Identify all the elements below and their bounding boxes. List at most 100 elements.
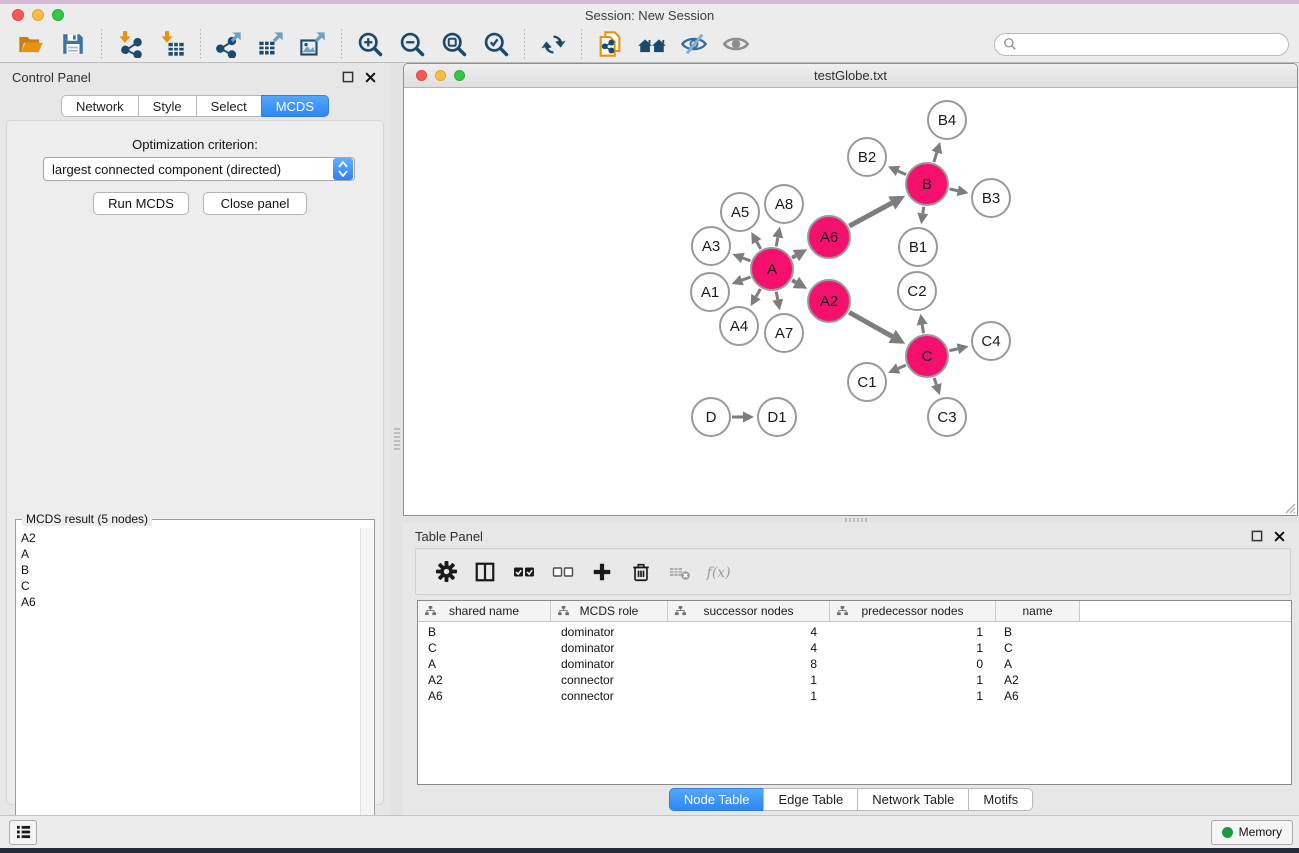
import-network-button[interactable]	[115, 29, 145, 59]
table-cell[interactable]: A2	[996, 672, 1080, 688]
network-canvas[interactable]: B4B2BB3A5A8A6B1A3AC2A1A2A4A7C4CC1C3DD1	[404, 88, 1297, 515]
import-table-button[interactable]	[157, 29, 187, 59]
hide-selected-button[interactable]	[679, 29, 709, 59]
export-network-button[interactable]	[214, 29, 244, 59]
graph-edge-C-C4[interactable]	[949, 349, 958, 351]
table-cell[interactable]: connector	[551, 688, 668, 704]
close-panel-button[interactable]: Close panel	[203, 192, 307, 215]
refresh-button[interactable]	[538, 29, 568, 59]
table-cell[interactable]: A6	[996, 688, 1080, 704]
table-cell[interactable]: B	[996, 624, 1080, 640]
mcds-result-item[interactable]: B	[21, 562, 355, 578]
table-cell[interactable]: A2	[418, 672, 551, 688]
tab-network[interactable]: Network	[61, 95, 139, 117]
table-cell[interactable]: 1	[830, 688, 996, 704]
tab-motifs[interactable]: Motifs	[968, 788, 1033, 811]
graph-edge-A-A7[interactable]	[776, 292, 777, 300]
table-row[interactable]: A6connector11A6	[418, 688, 1291, 704]
export-image-button[interactable]	[298, 29, 328, 59]
graph-edge-A-A3[interactable]	[743, 258, 751, 261]
task-history-button[interactable]	[9, 820, 37, 845]
table-options-button[interactable]	[432, 559, 460, 585]
tab-node-table[interactable]: Node Table	[669, 788, 765, 811]
vertical-splitter-handle[interactable]	[394, 428, 400, 450]
select-all-button[interactable]	[510, 559, 538, 585]
zoom-out-button[interactable]	[397, 29, 427, 59]
float-panel-icon[interactable]	[340, 69, 356, 85]
table-cell[interactable]: A	[996, 656, 1080, 672]
mcds-result-list[interactable]: A2ABCA6	[17, 528, 359, 849]
open-session-button[interactable]	[16, 29, 46, 59]
table-row[interactable]: Bdominator41B	[418, 624, 1291, 640]
graph-edge-A6-B[interactable]	[849, 203, 892, 226]
close-table-panel-icon[interactable]	[1271, 528, 1287, 544]
table-cell[interactable]: 1	[830, 640, 996, 656]
table-cell[interactable]: connector	[551, 672, 668, 688]
table-cell[interactable]: A6	[418, 688, 551, 704]
table-cell[interactable]: 4	[668, 640, 830, 656]
home-button[interactable]	[637, 29, 667, 59]
graph-edge-B-B4[interactable]	[934, 152, 937, 162]
save-session-button[interactable]	[58, 29, 88, 59]
close-panel-icon[interactable]	[362, 69, 378, 85]
zoom-fit-button[interactable]	[439, 29, 469, 59]
resize-grip-icon[interactable]	[1282, 500, 1296, 514]
graph-edge-C-C1[interactable]	[898, 365, 906, 368]
graph-edge-A-A2[interactable]	[792, 280, 796, 282]
table-cell[interactable]: 8	[668, 656, 830, 672]
table-cell[interactable]: C	[996, 640, 1080, 656]
table-row[interactable]: A2connector11A2	[418, 672, 1291, 688]
show-column-panel-button[interactable]	[471, 559, 499, 585]
graph-edge-A-A1[interactable]	[742, 277, 751, 280]
tab-mcds[interactable]: MCDS	[261, 95, 329, 117]
table-cell[interactable]: 1	[668, 688, 830, 704]
graph-edge-A-A6[interactable]	[792, 256, 796, 258]
mcds-result-item[interactable]: C	[21, 578, 355, 594]
show-all-button[interactable]	[721, 29, 751, 59]
table-row[interactable]: Adominator80A	[418, 656, 1291, 672]
graph-edge-B-B2[interactable]	[898, 171, 906, 175]
graph-edge-A-A5[interactable]	[757, 242, 761, 249]
table-cell[interactable]: 0	[830, 656, 996, 672]
tab-select[interactable]: Select	[196, 95, 262, 117]
tab-style[interactable]: Style	[138, 95, 197, 117]
column-header-successor-nodes[interactable]: successor nodes	[668, 601, 830, 621]
mcds-result-item[interactable]: A2	[21, 530, 355, 546]
table-cell[interactable]: C	[418, 640, 551, 656]
network-from-selection-button[interactable]	[595, 29, 625, 59]
graph-edge-B-B3[interactable]	[949, 189, 957, 191]
network-graph[interactable]: B4B2BB3A5A8A6B1A3AC2A1A2A4A7C4CC1C3DD1	[404, 88, 1297, 515]
export-table-button[interactable]	[256, 29, 286, 59]
table-cell[interactable]: dominator	[551, 640, 668, 656]
table-cell[interactable]: A	[418, 656, 551, 672]
deselect-all-button[interactable]	[549, 559, 577, 585]
column-header-mcds-role[interactable]: MCDS role	[551, 601, 668, 621]
table-cell[interactable]: 1	[830, 672, 996, 688]
delete-row-button[interactable]	[627, 559, 655, 585]
column-header-predecessor-nodes[interactable]: predecessor nodes	[830, 601, 996, 621]
graph-edge-B-B1[interactable]	[923, 207, 924, 214]
table-row[interactable]: Cdominator41C	[418, 640, 1291, 656]
memory-button[interactable]: Memory	[1211, 820, 1293, 845]
graph-edge-A2-C[interactable]	[849, 312, 892, 336]
zoom-in-button[interactable]	[355, 29, 385, 59]
graph-edge-C-C3[interactable]	[934, 378, 936, 385]
column-header-shared-name[interactable]: shared name	[418, 601, 551, 621]
table-cell[interactable]: dominator	[551, 624, 668, 640]
table-cell[interactable]: dominator	[551, 656, 668, 672]
graph-edge-A-A8[interactable]	[776, 237, 778, 246]
column-header-name[interactable]: name	[996, 601, 1080, 621]
graph-edge-C-C2[interactable]	[922, 325, 923, 334]
tab-network-table[interactable]: Network Table	[857, 788, 969, 811]
mcds-result-item[interactable]: A6	[21, 594, 355, 610]
table-cell[interactable]: B	[418, 624, 551, 640]
criterion-select[interactable]: largest connected component (directed)	[43, 157, 355, 181]
run-mcds-button[interactable]: Run MCDS	[93, 192, 189, 215]
table-cell[interactable]: 4	[668, 624, 830, 640]
search-input[interactable]	[1022, 37, 1280, 51]
result-scrollbar[interactable]	[360, 528, 373, 849]
zoom-selected-button[interactable]	[481, 29, 511, 59]
table-cell[interactable]: 1	[830, 624, 996, 640]
float-table-panel-icon[interactable]	[1249, 528, 1265, 544]
add-row-button[interactable]	[588, 559, 616, 585]
